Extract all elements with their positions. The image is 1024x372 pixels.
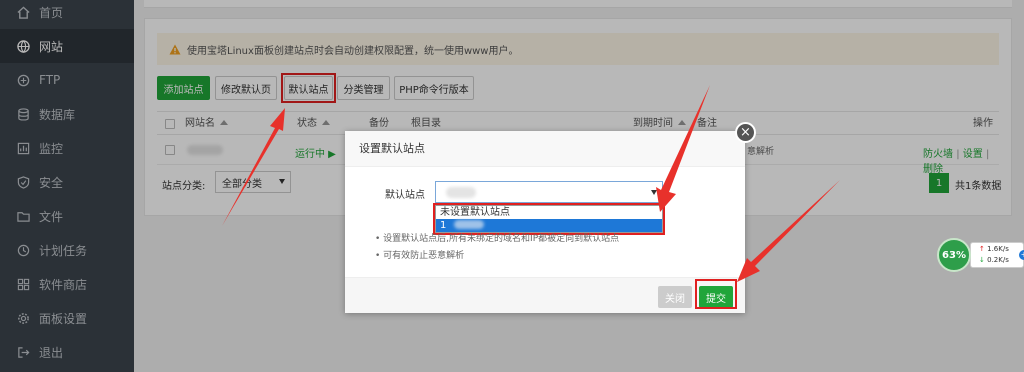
plus-icon[interactable]: +	[1019, 250, 1024, 260]
close-icon[interactable]: ×	[735, 122, 756, 143]
modal-title: 设置默认站点	[345, 131, 745, 167]
submit-highlight	[695, 279, 737, 309]
selected-site-value	[446, 187, 476, 198]
chevron-down-icon	[651, 190, 657, 195]
default-site-select[interactable]	[435, 181, 663, 203]
arrow-up-icon: ↑	[979, 245, 985, 253]
download-speed: ↓ 0.2K/s	[979, 256, 1009, 264]
arrow-down-icon: ↓	[979, 256, 985, 264]
upload-speed-value: 1.6K/s	[987, 245, 1009, 253]
modal-tip: • 设置默认站点后,所有未绑定的域名和IP都被定向到默认站点	[375, 234, 620, 244]
speed-box: ↑ 1.6K/s ↓ 0.2K/s +	[970, 242, 1024, 268]
modal-tip: • 可有效防止恶意解析	[375, 251, 465, 261]
upload-speed: ↑ 1.6K/s	[979, 245, 1009, 253]
download-speed-value: 0.2K/s	[987, 256, 1009, 264]
default-site-modal: 设置默认站点 × 默认站点 未设置默认站点 1 • 设置默认站点后,所有未绑定的…	[345, 122, 756, 313]
usage-gauge[interactable]: 63%	[937, 238, 971, 272]
network-speed-widget: ↑ 1.6K/s ↓ 0.2K/s + 63%	[937, 238, 1024, 272]
modal-tip-text: 可有效防止恶意解析	[383, 251, 465, 261]
modal-tip-text: 设置默认站点后,所有未绑定的域名和IP都被定向到默认站点	[383, 234, 620, 244]
close-button[interactable]: 关闭	[658, 286, 692, 308]
default-site-label: 默认站点	[385, 190, 425, 201]
